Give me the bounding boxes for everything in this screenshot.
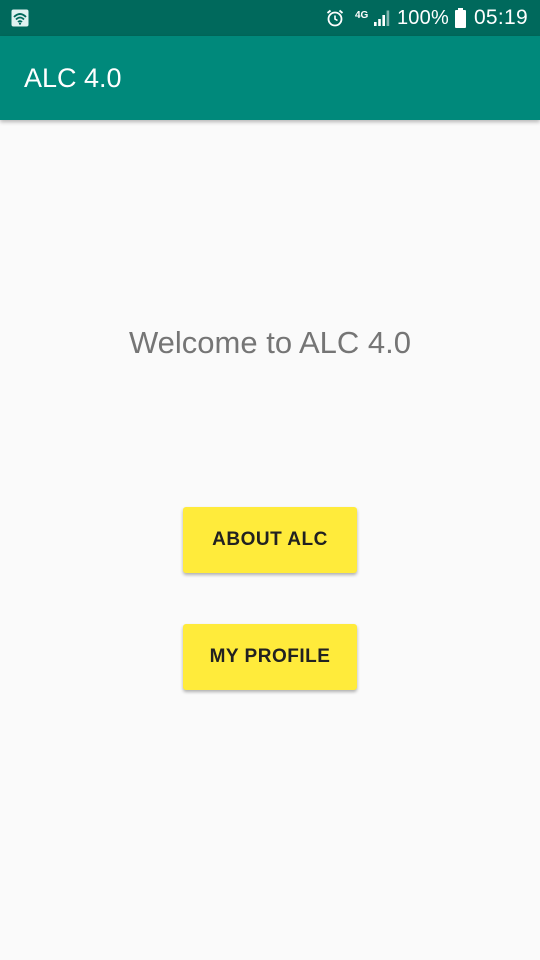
cell-signal-icon [373,9,391,27]
welcome-text: Welcome to ALC 4.0 [128,325,411,360]
status-clock: 05:19 [473,6,528,29]
status-bar: 4G 100% 05:19 [0,0,540,36]
app-bar: ALC 4.0 [0,36,540,120]
network-type-label: 4G [354,9,369,21]
battery-icon [454,8,466,28]
main-content: Welcome to ALC 4.0 ABOUT ALC MY PROFILE [0,120,540,960]
alarm-clock-icon [325,8,345,28]
battery-percent: 100% [396,6,449,29]
my-profile-button[interactable]: MY PROFILE [183,624,357,690]
about-alc-button[interactable]: ABOUT ALC [183,507,357,573]
app-title: ALC 4.0 [24,63,122,93]
wifi-box-icon [11,9,29,27]
